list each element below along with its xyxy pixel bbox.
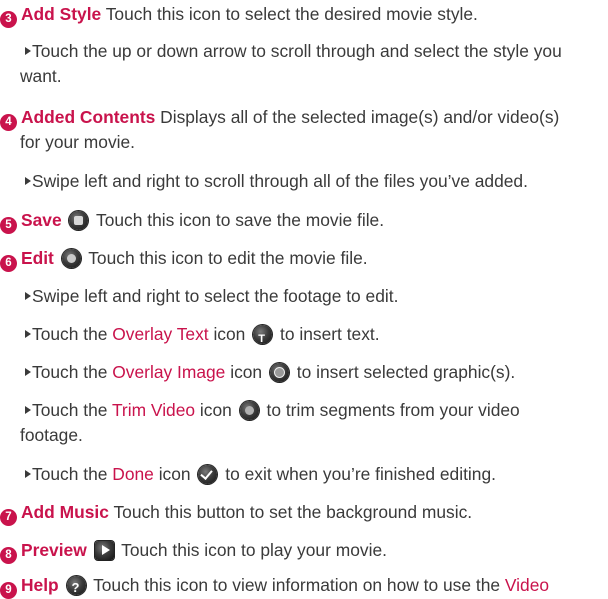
item-help: 9Help Touch this icon to view informatio…	[0, 574, 608, 599]
number-badge: 8	[0, 547, 17, 564]
bullet-text: Touch the up or down arrow to scroll thr…	[32, 41, 562, 61]
bullet-text: want.	[20, 66, 62, 86]
bullet-item: Swipe left and right to scroll through a…	[20, 169, 608, 194]
bullet-text: Touch the	[32, 400, 108, 420]
bullet-text: icon	[213, 324, 246, 344]
item-description: Displays all of the selected image(s) an…	[160, 107, 560, 127]
item-added-contents: 4 Added Contents Displays all of the sele…	[0, 105, 608, 131]
bullet-text: icon	[158, 464, 191, 484]
number-badge: 7	[0, 509, 17, 526]
bullet-text: to insert selected graphic(s).	[296, 362, 516, 382]
edit-icon	[61, 249, 81, 268]
overlay-text-icon	[253, 325, 273, 352]
save-icon	[69, 211, 89, 230]
bullet-text: Touch the	[32, 324, 108, 344]
bullet-text: Touch the	[32, 362, 108, 382]
bullet-text: icon	[199, 400, 232, 420]
term-done: Done	[112, 464, 154, 484]
item-description: Touch this icon to save the movie file.	[96, 210, 385, 230]
bullet-item: Touch the Overlay Text icon to insert te…	[20, 322, 608, 352]
number-badge: 9	[0, 582, 17, 599]
item-title: Preview	[21, 540, 87, 560]
bullet-arrow-icon	[25, 47, 31, 55]
bullet-arrow-icon	[25, 330, 31, 338]
item-add-music: 7 Add Music Touch this button to set the …	[0, 500, 608, 526]
term-video: Video	[504, 575, 550, 595]
overlay-image-icon	[269, 363, 289, 382]
bullet-item: Touch the Done icon to exit when you’re …	[20, 462, 608, 487]
help-icon	[66, 576, 86, 599]
bullet-text: to exit when you’re finished editing.	[225, 464, 496, 484]
bullet-arrow-icon	[25, 292, 31, 300]
item-description: for your movie.	[20, 132, 136, 152]
number-badge: 5	[0, 217, 17, 234]
item-description: Touch this icon to view information on h…	[93, 575, 501, 595]
bullet-text: to trim segments from your video	[266, 400, 520, 420]
term-overlay-image: Overlay Image	[112, 362, 226, 382]
item-add-style: 3 Add Style Touch this icon to select the…	[0, 2, 608, 28]
bullet-item: Touch the up or down arrow to scroll thr…	[20, 39, 608, 64]
bullet-text: icon	[230, 362, 263, 382]
bullet-text: Touch the	[32, 464, 108, 484]
trim-video-icon	[239, 401, 259, 420]
item-title: Edit	[21, 248, 54, 268]
term-overlay-text: Overlay Text	[112, 324, 209, 344]
item-preview: 8 Preview Touch this icon to play your mo…	[0, 538, 608, 564]
bullet-item: Touch the Trim Video icon to trim segmen…	[20, 398, 608, 423]
item-description: Touch this icon to play your movie.	[121, 540, 387, 560]
item-title: Help	[21, 575, 59, 595]
manual-page: 3 Add Style Touch this icon to select the…	[0, 0, 608, 599]
item-title: Add Style	[21, 4, 102, 24]
item-title: Save	[21, 210, 62, 230]
bullet-continuation: want.	[20, 64, 608, 89]
bullet-arrow-icon	[25, 406, 31, 414]
item-continuation: for your movie.	[20, 130, 608, 155]
item-save: 5 Save Touch this icon to save the movie …	[0, 208, 608, 234]
done-icon	[198, 465, 218, 484]
item-description: Touch this button to set the background …	[113, 502, 473, 522]
bullet-item: Touch the Overlay Image icon to insert s…	[20, 360, 608, 385]
bullet-text: footage.	[20, 425, 83, 445]
bullet-arrow-icon	[25, 368, 31, 376]
number-badge: 6	[0, 255, 17, 272]
bullet-text: Swipe left and right to select the foota…	[32, 286, 399, 306]
item-description: Touch this icon to edit the movie file.	[88, 248, 368, 268]
preview-icon	[94, 541, 114, 560]
item-title: Add Music	[21, 502, 109, 522]
item-edit: 6 Edit Touch this icon to edit the movie …	[0, 246, 608, 272]
bullet-text: Swipe left and right to scroll through a…	[32, 171, 528, 191]
bullet-arrow-icon	[25, 177, 31, 185]
item-description: Touch this icon to select the desired mo…	[105, 4, 478, 24]
number-badge: 3	[0, 11, 17, 28]
item-title: Added Contents	[21, 107, 156, 127]
number-badge: 4	[0, 114, 17, 131]
bullet-arrow-icon	[25, 470, 31, 478]
bullet-continuation: footage.	[20, 423, 608, 448]
term-trim-video: Trim Video	[111, 400, 196, 420]
bullet-text: to insert text.	[280, 324, 380, 344]
bullet-item: Swipe left and right to select the foota…	[20, 284, 608, 309]
